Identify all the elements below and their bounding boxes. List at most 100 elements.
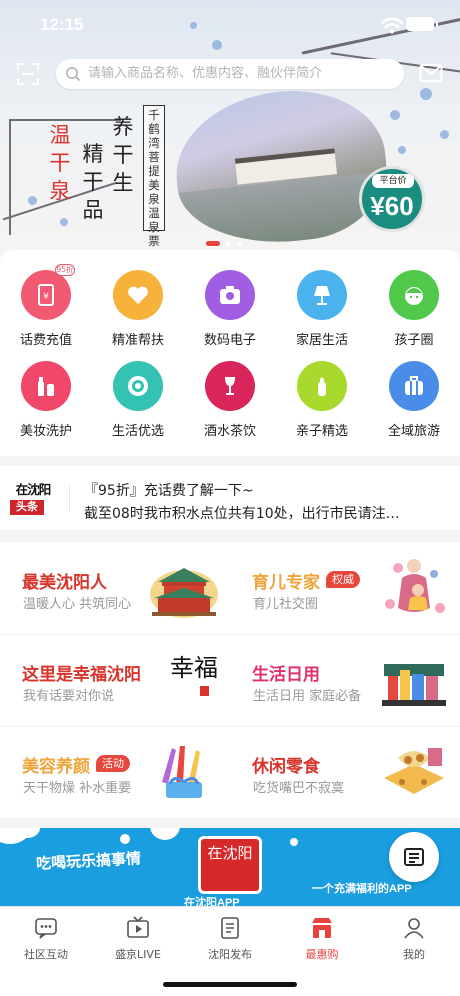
message-icon[interactable] <box>419 63 443 83</box>
calligraphy-art: 幸福 <box>170 654 218 696</box>
daily-goods-illustration <box>382 664 446 706</box>
category-subtitle: 育儿社交圈 <box>253 597 319 612</box>
banner-carousel[interactable]: 温干泉 精干品 养干生 千鹤湾菩提美泉温泉票 平台价 ¥60 12:15 请输入… <box>0 0 460 260</box>
banner-text-2: 精干品 <box>82 142 104 222</box>
tab-community[interactable]: 社区互动 <box>0 915 92 962</box>
divider <box>69 486 70 512</box>
banner-text-1: 温干泉 <box>49 123 71 203</box>
price-value: ¥60 <box>370 191 414 221</box>
floating-list-button[interactable] <box>389 832 439 882</box>
heart-hands-icon <box>128 286 148 304</box>
grid-item[interactable]: 酒水茶饮 <box>184 361 276 439</box>
category-card-happy-shenyang[interactable]: 这里是幸福沈阳 我有话要对你说 幸福 <box>0 634 230 726</box>
list-icon <box>404 848 424 866</box>
discount-badge: 95折 <box>55 264 75 276</box>
heart-hands-icon-circle <box>113 270 163 320</box>
suitcase-icon <box>405 376 423 395</box>
grid-item[interactable]: 数码电子 <box>184 270 276 348</box>
category-title: 美容养颜 <box>22 757 90 776</box>
category-card-beautiful-people[interactable]: 最美沈阳人 温暖人心 共筑同心 <box>0 542 230 634</box>
grid-item-label: 全域旅游 <box>387 424 440 439</box>
category-title: 休闲零食 <box>252 757 320 776</box>
home-indicator <box>163 982 297 987</box>
news-headline-2[interactable]: 截至08时我市积水点位共有10处，出行市民请注… <box>84 503 446 523</box>
grid-item-label: 孩子圈 <box>394 333 434 348</box>
category-card-snacks[interactable]: 休闲零食 吃货嘴巴不寂寞 <box>230 726 460 818</box>
category-subtitle: 吃货嘴巴不寂寞 <box>253 781 345 796</box>
grid-item[interactable]: 精准帮扶 <box>92 270 184 348</box>
tab-best-deals[interactable]: 最惠购 <box>276 915 368 962</box>
promo-right-text: 一个充满福利的APP <box>312 883 412 895</box>
svg-text:¥: ¥ <box>43 292 49 302</box>
battery-icon <box>406 17 438 31</box>
carousel-indicator <box>206 241 254 247</box>
category-subtitle: 我有话要对你说 <box>23 689 115 704</box>
grid-item[interactable]: ¥95折话费充值 <box>0 264 92 348</box>
hot-spring-photo <box>168 81 394 253</box>
search-input[interactable]: 请输入商品名称、优惠内容、融伙伴简介 <box>56 59 404 89</box>
tab-mine[interactable]: 我的 <box>368 915 460 962</box>
camera-icon-circle <box>205 270 255 320</box>
cosmetics-icon <box>38 377 54 396</box>
tab-label: 盛京LIVE <box>115 948 161 961</box>
grid-item[interactable]: 家居生活 <box>276 270 368 348</box>
category-title: 育儿专家 <box>252 573 320 592</box>
grid-item-label: 话费充值 <box>19 333 72 348</box>
news-headline-1[interactable]: 『95折』充话费了解一下~ <box>84 480 446 500</box>
category-subtitle: 生活日用 家庭必备 <box>253 689 362 704</box>
wifi-icon <box>380 17 404 34</box>
shop-icon <box>312 918 332 938</box>
snacks-illustration <box>384 748 444 794</box>
promo-left-text: 吃喝玩乐搞事情 <box>35 850 142 873</box>
baby-bottle-icon <box>318 377 326 396</box>
scan-icon[interactable] <box>16 62 40 86</box>
grid-item[interactable]: 全域旅游 <box>368 361 460 439</box>
banner-text-3: 养干生 <box>112 115 134 195</box>
category-card-daily-goods[interactable]: 生活日用 生活日用 家庭必备 <box>230 634 460 726</box>
category-subtitle: 天干物燥 补水重要 <box>23 781 132 796</box>
grid-item-label: 家居生活 <box>295 333 348 348</box>
grid-item[interactable]: 生活优选 <box>92 361 184 439</box>
price-label: 平台价 <box>372 174 414 188</box>
plate-icon <box>128 376 148 396</box>
category-icon-grid: ¥95折 话费充值 精准帮扶 数码电子 家居生活 孩子圈 美妆洗护 生活优选 酒水茶饮 亲子精选全… <box>0 250 460 456</box>
wine-icon-circle <box>205 361 255 411</box>
featured-categories: 最美沈阳人 温暖人心 共筑同心 育儿专家 权威 育儿社交圈 这里是幸福沈阳 我有… <box>0 542 460 818</box>
mother-child-illustration <box>385 559 445 613</box>
grid-item[interactable]: 美妆洗护 <box>0 361 92 439</box>
price-badge: 平台价 ¥60 <box>359 166 425 232</box>
wine-icon <box>225 377 235 395</box>
category-title: 最美沈阳人 <box>22 573 107 592</box>
phone-recharge-icon: ¥ <box>38 284 54 306</box>
suitcase-icon-circle <box>389 361 439 411</box>
grid-item[interactable]: 亲子精选 <box>276 361 368 439</box>
banner-vertical-tag: 千鹤湾菩提美泉温泉票 <box>143 105 165 248</box>
grid-item[interactable]: 孩子圈 <box>368 270 460 348</box>
grid-item-label: 酒水茶饮 <box>203 424 256 439</box>
tab-release[interactable]: 沈阳发布 <box>184 915 276 962</box>
category-tag: 活动 <box>96 755 130 772</box>
search-icon <box>66 67 81 82</box>
lamp-icon-circle <box>297 270 347 320</box>
category-card-parenting[interactable]: 育儿专家 权威 育儿社交圈 <box>230 542 460 634</box>
camera-icon <box>220 286 240 304</box>
search-placeholder: 请输入商品名称、优惠内容、融伙伴简介 <box>88 66 323 81</box>
plate-icon-circle <box>113 361 163 411</box>
app-screen: 温干泉 精干品 养干生 千鹤湾菩提美泉温泉票 平台价 ¥60 12:15 请输入… <box>0 0 460 996</box>
grid-item-label: 数码电子 <box>203 333 256 348</box>
news-ticker[interactable]: 在沈阳 头条 『95折』充话费了解一下~ 截至08时我市积水点位共有10处，出行… <box>0 466 460 530</box>
child-face-icon <box>405 287 423 305</box>
chat-bubble-icon <box>35 918 57 939</box>
category-card-beauty[interactable]: 美容养颜 活动 天干物燥 补水重要 <box>0 726 230 818</box>
carousel-dot-active <box>206 241 220 246</box>
grid-item-label: 生活优选 <box>111 424 164 439</box>
svg-text:幸福: 幸福 <box>170 654 218 682</box>
news-logo-bottom: 头条 <box>10 500 44 515</box>
cosmetics-icon-circle <box>21 361 71 411</box>
grid-item-label: 美妆洗护 <box>19 424 72 439</box>
category-subtitle: 温暖人心 共筑同心 <box>23 597 132 612</box>
tab-live[interactable]: 盛京LIVE <box>92 915 184 962</box>
status-time: 12:15 <box>40 15 84 34</box>
carousel-dot <box>226 241 231 246</box>
category-tag: 权威 <box>326 571 360 588</box>
